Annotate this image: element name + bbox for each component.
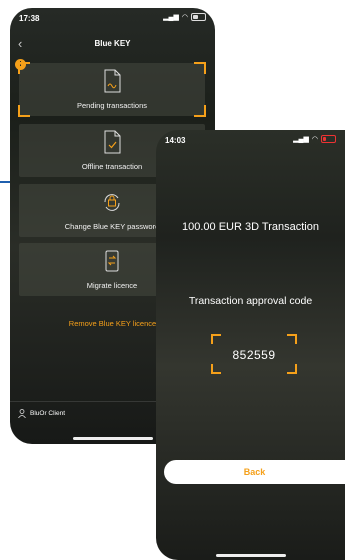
status-bar: 17:38 ▂▄▆ ◠ bbox=[10, 8, 215, 26]
corner-marker bbox=[211, 334, 221, 344]
signal-icon: ▂▄▆ bbox=[293, 136, 309, 143]
approval-code: 852559 bbox=[232, 348, 276, 362]
client-name: BluOr Client bbox=[30, 410, 66, 417]
corner-marker bbox=[211, 364, 221, 374]
tile-pending-transactions[interactable]: ! Pending transactions bbox=[15, 59, 206, 117]
user-icon bbox=[18, 409, 26, 418]
corner-marker bbox=[18, 62, 30, 74]
back-button[interactable]: Back bbox=[164, 460, 345, 484]
page-title: Blue KEY bbox=[94, 39, 131, 48]
document-signature-icon bbox=[104, 69, 121, 93]
transaction-amount: 100.00 EUR 3D Transaction bbox=[182, 221, 319, 233]
tile-label: Pending transactions bbox=[76, 101, 148, 110]
status-time: 17:38 bbox=[19, 14, 40, 23]
home-indicator bbox=[215, 554, 286, 557]
signal-icon: ▂▄▆ bbox=[163, 14, 179, 21]
phone-transfer-icon bbox=[105, 250, 119, 272]
corner-marker bbox=[287, 334, 297, 344]
status-time: 14:03 bbox=[165, 136, 186, 145]
approval-code-label: Transaction approval code bbox=[188, 295, 313, 307]
status-bar: 14:03 ▂▄▆ ◠ bbox=[156, 130, 345, 148]
wifi-icon: ◠ bbox=[311, 136, 318, 143]
lock-refresh-icon bbox=[104, 194, 120, 211]
document-check-icon bbox=[104, 130, 121, 154]
battery-icon bbox=[321, 135, 336, 143]
client-profile[interactable]: BluOr Client bbox=[18, 409, 65, 418]
wifi-icon: ◠ bbox=[181, 14, 188, 21]
home-indicator bbox=[72, 437, 153, 440]
approval-code-box: 852559 bbox=[211, 334, 297, 374]
corner-marker bbox=[194, 62, 206, 74]
connector-line bbox=[0, 181, 10, 183]
transaction-approval-screen: 14:03 ▂▄▆ ◠ 100.00 EUR 3D Transaction Tr… bbox=[156, 130, 345, 560]
corner-marker bbox=[287, 364, 297, 374]
battery-icon bbox=[191, 13, 206, 21]
nav-bar: ‹ Blue KEY bbox=[10, 34, 215, 54]
